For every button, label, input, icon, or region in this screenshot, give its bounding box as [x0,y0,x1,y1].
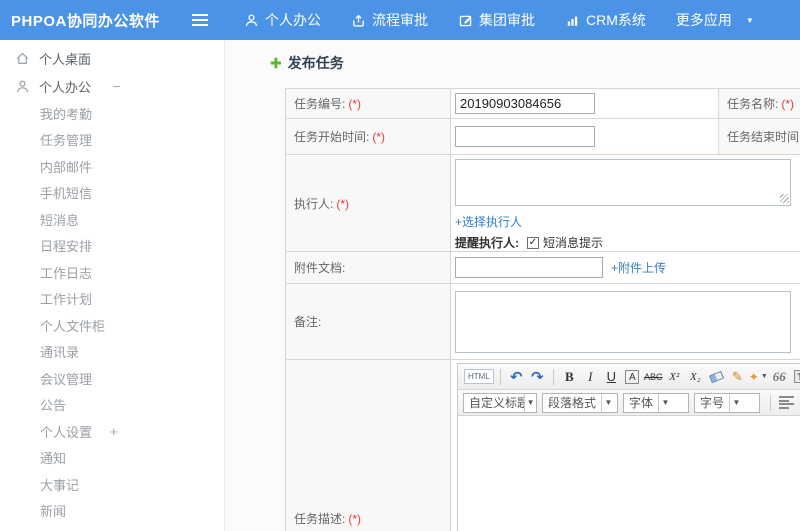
process-icon [353,14,364,27]
caret-down-icon: ▼ [524,393,536,412]
sidebar-item[interactable]: 工作计划 [0,286,224,313]
main-content: ✚ 发布任务 任务编号:(*) 任务名称:(*) 任务开始时间:(*) 任务结束… [226,40,800,531]
sidebar-item[interactable]: 新闻 [0,498,224,525]
caret-down-icon: ▼ [729,393,743,412]
sidebar-item[interactable]: 短消息 [0,206,224,233]
undo-icon[interactable]: ↶ [507,367,526,387]
superscript-button[interactable]: X² [665,367,684,387]
subscript-button[interactable]: X₂ [686,367,705,387]
redo-icon[interactable]: ↷ [528,367,547,387]
sidebar-item[interactable]: 个人文件柜 [0,312,224,339]
sidebar-item[interactable]: 内部邮件 [0,153,224,180]
sms-option-label: 短消息提示 [543,236,604,250]
remark-label: 备注: [285,283,451,360]
task-number-label: 任务编号: (*) [285,88,451,119]
end-time-label: 任务结束时间:(*) [718,118,800,155]
sidebar-item[interactable]: 会议管理 [0,365,224,392]
nav-item-personal-office[interactable]: 个人办公 [244,10,321,30]
task-name-label: 任务名称: (*) [718,88,800,119]
start-time-label: 任务开始时间: (*) [285,118,451,155]
plus-icon: ✚ [270,54,282,71]
attachment-input[interactable] [455,257,603,278]
remind-executor-label: 提醒执行人: [455,236,519,250]
task-number-input[interactable] [455,93,595,114]
task-form: 任务编号:(*) 任务名称:(*) 任务开始时间:(*) 任务结束时间:(*) … [285,88,800,531]
font-border-button[interactable]: A [623,367,642,387]
custom-title-dropdown[interactable]: 自定义标题 ▼ [463,392,537,413]
caret-down-icon: ▼ [745,15,754,25]
nav-item-more-apps[interactable]: 更多应用 ▼ [676,10,754,30]
blockquote-button[interactable]: 66 [770,367,789,387]
caret-down-icon: ▼ [760,373,768,380]
sms-checkbox[interactable]: ✓ [527,236,539,249]
sidebar-submenu: 我的考勤 任务管理 内部邮件 手机短信 短消息 日程安排 工作日志 工作计划 个人文件柜 通讯录会… [0,100,224,524]
autotypeset-wand-icon[interactable]: ✦ ▼ [749,367,768,387]
remark-textarea[interactable] [455,290,791,353]
attachment-upload-link[interactable]: +附件上传 [611,259,666,276]
strikethrough-button[interactable]: ABC [644,367,663,387]
underline-button[interactable]: U [602,367,621,387]
executor-label: 执行人: (*) [285,154,451,252]
app-logo: PHPOA协同办公软件 [11,12,160,30]
hamburger-menu-icon[interactable] [192,14,208,26]
sidebar: 个人桌面 个人办公 − 我的考勤 任务管理 内部邮件 手机短信 短消息 日程安排 工作日志工… [0,40,225,531]
caret-down-icon: ▼ [601,393,615,412]
editor-toolbar-row1: HTML ↶ ↷ B I U A ABC X² X₂ ✎ ✦ ▼ 66 [458,364,800,390]
page-title: ✚ 发布任务 [270,54,344,72]
font-family-dropdown[interactable]: 字体 ▼ [623,392,689,413]
sidebar-item[interactable]: 大事记 [0,471,224,498]
start-time-input[interactable] [455,126,595,147]
format-brush-icon[interactable]: ✎ [728,367,747,387]
user-icon [16,80,29,92]
top-nav: 个人办公 流程审批 集团审批 CRM系统 更多应用 ▼ [244,10,784,30]
sidebar-item[interactable]: 个人设置 + [0,418,224,445]
caret-down-icon: ▼ [658,393,672,412]
sidebar-item[interactable]: 日程安排 [0,233,224,260]
sidebar-item-personal-office[interactable]: 个人办公 − [0,72,224,100]
app-window: PHPOA协同办公软件 个人办公 流程审批 集团审批 CRM系统 更多应用 ▼ [0,0,800,531]
bold-button[interactable]: B [560,367,579,387]
nav-item-crm[interactable]: CRM系统 [565,10,646,30]
sidebar-item[interactable]: 通讯录 [0,339,224,366]
sidebar-item[interactable]: 公告 [0,392,224,419]
paragraph-format-dropdown[interactable]: 段落格式 ▼ [542,392,618,413]
attachment-label: 附件文档: [285,251,451,284]
sidebar-item-personal-desktop[interactable]: 个人桌面 [0,44,224,72]
nav-item-process-approval[interactable]: 流程审批 [351,10,428,30]
align-left-icon[interactable] [779,396,794,409]
paste-text-icon[interactable]: T [791,367,800,387]
select-executor-link[interactable]: +选择执行人 [455,215,522,229]
html-source-button[interactable]: HTML [464,369,494,384]
app-header: PHPOA协同办公软件 个人办公 流程审批 集团审批 CRM系统 更多应用 ▼ [0,0,800,40]
editor-content-area[interactable] [458,416,800,531]
italic-button[interactable]: I [581,367,600,387]
sidebar-item[interactable]: 通知 [0,445,224,472]
font-size-dropdown[interactable]: 字号 ▼ [694,392,760,413]
sidebar-item[interactable]: 我的考勤 [0,100,224,127]
editor-toolbar-row2: 自定义标题 ▼ 段落格式 ▼ 字体 ▼ 字号 ▼ [458,390,800,416]
eraser-icon[interactable] [707,367,726,387]
description-label: 任务描述: (*) [285,359,451,531]
collapse-toggle-icon[interactable]: − [113,79,121,94]
nav-item-group-approval[interactable]: 集团审批 [458,10,535,30]
sidebar-item[interactable]: 工作日志 [0,259,224,286]
home-icon [16,52,29,64]
user-icon [245,14,258,26]
sidebar-item[interactable]: 任务管理 [0,127,224,154]
chart-icon [567,16,578,26]
edit-icon [459,15,472,26]
rich-text-editor: HTML ↶ ↷ B I U A ABC X² X₂ ✎ ✦ ▼ 66 自定义标… [457,363,800,531]
executor-textarea[interactable] [455,159,791,206]
resize-grip-icon[interactable] [780,194,789,203]
sidebar-item[interactable]: 手机短信 [0,180,224,207]
expand-toggle-icon[interactable]: + [110,424,118,439]
